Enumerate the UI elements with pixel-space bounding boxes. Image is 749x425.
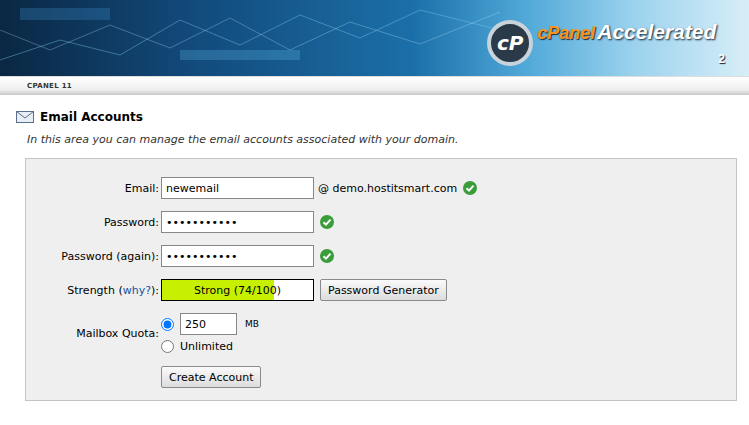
password-input[interactable]: [161, 211, 314, 233]
email-input[interactable]: [161, 177, 314, 199]
field-label: Password (again):: [26, 250, 159, 263]
quota-label: Mailbox Quota:: [26, 327, 159, 340]
version-label: CPANEL 11: [27, 82, 72, 90]
page-title: Email Accounts: [40, 110, 143, 124]
quota-option-label: Unlimited: [180, 340, 233, 353]
quota-radio[interactable]: [161, 318, 174, 331]
cpanel-page: cP cPanel Accelerated 2 CPANEL 11 Email …: [0, 0, 749, 425]
strength-cell: Strong (74/100) Password Generator: [161, 279, 736, 301]
logo-product: Accelerated: [597, 20, 716, 44]
page-title-row: Email Accounts: [0, 95, 749, 124]
network-graphic-icon: [0, 0, 500, 76]
email-form: Email: @ demo.hostitsmart.com Password: …: [25, 158, 737, 401]
field-label: Password:: [26, 216, 159, 229]
version-strip: CPANEL 11: [0, 76, 749, 95]
quota-input[interactable]: [180, 313, 237, 335]
header-banner: cP cPanel Accelerated 2: [0, 0, 749, 76]
field-label: Email:: [26, 182, 159, 195]
password-generator-button[interactable]: Password Generator: [320, 279, 447, 301]
quota-radio[interactable]: [161, 340, 174, 353]
logo-version: 2: [718, 52, 725, 66]
envelope-icon: [16, 110, 34, 124]
email-domain: @ demo.hostitsmart.com: [318, 182, 457, 195]
logo-brand: cPanel: [537, 23, 595, 44]
field-cell: @ demo.hostitsmart.com: [161, 177, 736, 199]
valid-check-icon: [463, 181, 477, 195]
create-account-button[interactable]: Create Account: [161, 366, 261, 388]
field-cell: [161, 211, 736, 233]
password-input[interactable]: [161, 245, 314, 267]
quota-options: MB Unlimited: [161, 313, 736, 354]
strength-text: Strong (74/100): [194, 284, 281, 297]
cpanel-emblem-icon: cP: [487, 20, 533, 66]
field-cell: [161, 245, 736, 267]
quota-option[interactable]: MB: [161, 313, 736, 335]
valid-check-icon: [320, 249, 334, 263]
page-description: In this area you can manage the email ac…: [27, 133, 749, 146]
quota-option[interactable]: Unlimited: [161, 338, 736, 354]
quota-unit: MB: [245, 319, 259, 329]
submit-cell: Create Account: [161, 366, 736, 388]
why-link[interactable]: why?: [123, 284, 151, 297]
cpanel-logo: cP cPanel Accelerated 2: [487, 20, 725, 66]
valid-check-icon: [320, 215, 334, 229]
strength-label: Strength (why?):: [26, 284, 159, 297]
strength-meter: Strong (74/100): [161, 279, 314, 301]
